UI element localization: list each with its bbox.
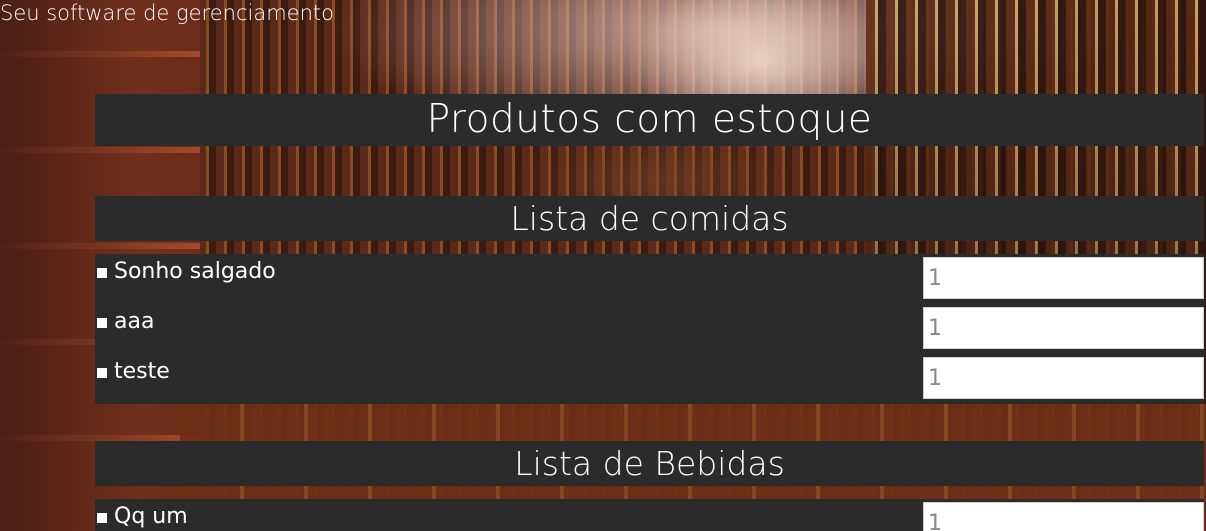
page-title: Produtos com estoque — [95, 94, 1204, 146]
food-list-title: Lista de comidas — [95, 196, 1204, 241]
square-bullet-icon — [97, 318, 107, 328]
quantity-input[interactable] — [923, 257, 1204, 299]
list-item: aaa — [95, 304, 1204, 354]
quantity-input[interactable] — [923, 502, 1204, 531]
item-label: teste — [114, 359, 170, 384]
list-item: Qq um — [95, 499, 1204, 531]
square-bullet-icon — [97, 513, 107, 523]
drinks-list: Qq um — [95, 499, 1204, 531]
food-list: Sonho salgado aaa teste — [95, 254, 1204, 404]
quantity-input[interactable] — [923, 357, 1204, 399]
drinks-list-title: Lista de Bebidas — [95, 441, 1204, 486]
square-bullet-icon — [97, 268, 107, 278]
item-label: aaa — [114, 309, 155, 334]
list-item: teste — [95, 354, 1204, 404]
item-label: Sonho salgado — [114, 259, 276, 284]
square-bullet-icon — [97, 368, 107, 378]
app-tagline: Seu software de gerenciamento — [0, 1, 334, 25]
item-label: Qq um — [114, 504, 188, 529]
list-item: Sonho salgado — [95, 254, 1204, 304]
quantity-input[interactable] — [923, 307, 1204, 349]
